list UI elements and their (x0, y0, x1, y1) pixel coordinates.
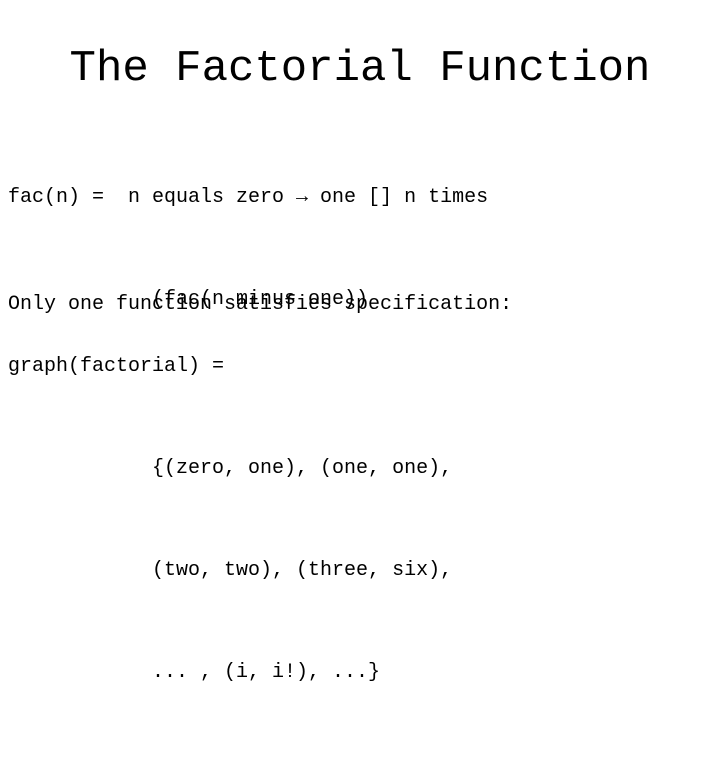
graph-line-2: {(zero, one), (one, one), (8, 457, 453, 480)
graph-line-1: graph(factorial) = (8, 355, 225, 378)
graph-line-4: ... , (i, i!), ...} (8, 661, 381, 684)
graph-set-block: graph(factorial) = {(zero, one), (one, o… (8, 282, 452, 758)
page-title: The Factorial Function (69, 44, 651, 95)
slide-canvas: The Factorial Function fac(n) = n equals… (0, 0, 720, 684)
graph-line-3: (two, two), (three, six), (8, 559, 453, 582)
definition-line-1: fac(n) = n equals zero → one [] n times (8, 186, 489, 209)
